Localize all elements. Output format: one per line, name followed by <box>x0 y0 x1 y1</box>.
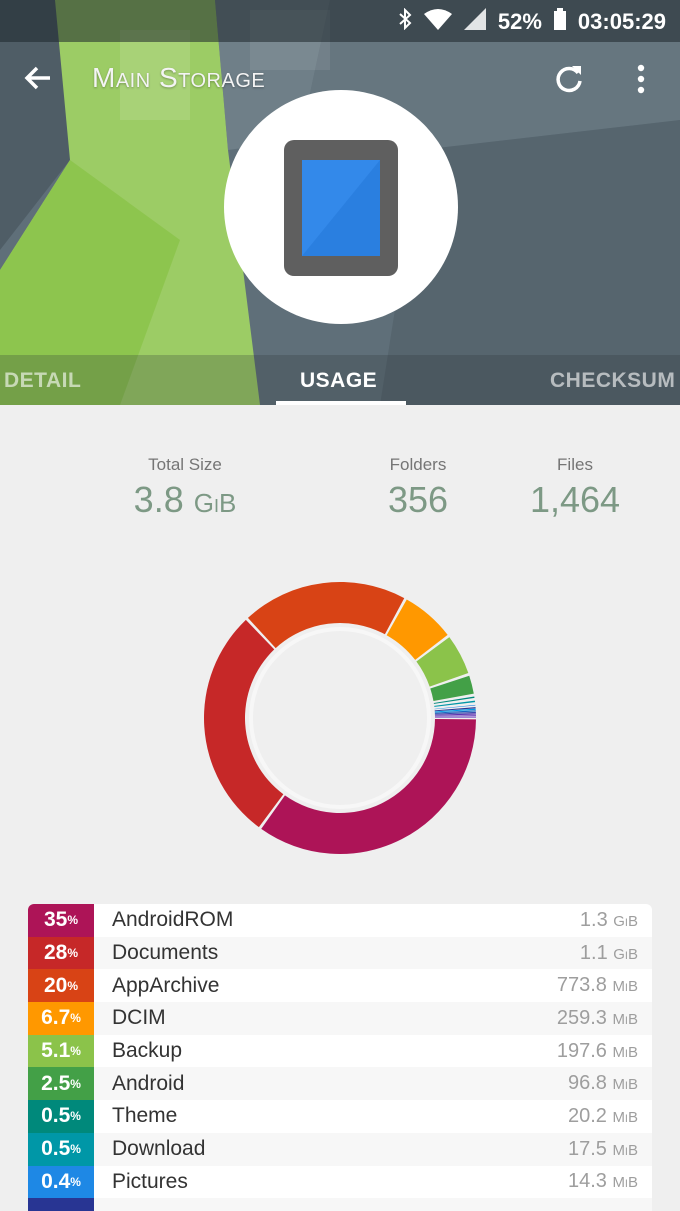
item-name: AndroidROM <box>112 908 234 932</box>
list-item[interactable]: 0.5% Theme 20.2 MiB <box>28 1100 652 1133</box>
battery-icon <box>553 8 566 36</box>
list-item[interactable]: 20% AppArchive 773.8 MiB <box>28 969 652 1003</box>
percent-badge: 5.1% <box>28 1034 94 1068</box>
list-item[interactable] <box>28 1198 652 1211</box>
status-bar: 52% 03:05:29 <box>0 0 680 42</box>
list-item[interactable]: 28% Documents 1.1 GiB <box>28 936 652 970</box>
tab-detail[interactable]: DETAIL <box>4 369 81 393</box>
item-name: Pictures <box>112 1169 188 1193</box>
item-name: Documents <box>112 941 219 965</box>
storage-device-avatar <box>224 90 458 324</box>
percent-badge: 2.5% <box>28 1067 94 1101</box>
donut-inner-ring <box>249 627 431 809</box>
more-vert-icon <box>637 64 645 94</box>
percent-badge: 0.4% <box>28 1165 94 1199</box>
stat-total-size: Total Size 3.8 GiB <box>100 455 270 521</box>
percent-badge <box>28 1198 94 1211</box>
item-name: Backup <box>112 1039 183 1063</box>
percent-badge: 35% <box>28 904 94 937</box>
stat-folders: Folders 356 <box>350 455 486 521</box>
list-item[interactable]: 2.5% Android 96.8 MiB <box>28 1067 652 1101</box>
item-name: Theme <box>112 1104 178 1128</box>
percent-badge: 6.7% <box>28 1002 94 1035</box>
item-name: AppArchive <box>112 973 220 997</box>
percent-badge: 28% <box>28 936 94 970</box>
item-size: 197.6 MiB <box>556 1039 638 1062</box>
stat-files: Files 1,464 <box>510 455 640 521</box>
stat-label: Folders <box>389 455 447 474</box>
stat-label: Files <box>557 455 593 474</box>
refresh-button[interactable] <box>550 60 588 98</box>
clock: 03:05:29 <box>577 9 666 34</box>
donut-segment[interactable] <box>434 716 476 718</box>
list-item[interactable]: 0.4% Pictures 14.3 MiB <box>28 1165 652 1199</box>
percent-badge: 0.5% <box>28 1132 94 1166</box>
item-size: 17.5 MiB <box>567 1137 638 1160</box>
tab-usage[interactable]: USAGE <box>300 369 377 393</box>
stat-label: Total Size <box>148 455 222 474</box>
stat-value: 3.8 GiB <box>133 479 237 520</box>
bluetooth-icon <box>398 7 412 36</box>
wifi-icon <box>423 8 452 36</box>
tab-bar: DETAIL USAGE CHECKSUM <box>0 355 680 405</box>
page-title: Main Storage <box>92 62 266 93</box>
more-options-button[interactable] <box>626 60 656 98</box>
item-size: 14.3 MiB <box>567 1170 638 1193</box>
signal-icon <box>463 8 486 36</box>
tab-indicator <box>276 401 406 405</box>
item-name: Download <box>112 1137 206 1161</box>
stat-value: 356 <box>387 479 449 520</box>
list-item[interactable]: 0.5% Download 17.5 MiB <box>28 1132 652 1166</box>
item-size: 1.3 GiB <box>579 908 638 931</box>
refresh-icon <box>556 66 582 93</box>
item-size: 259.3 MiB <box>556 1006 638 1029</box>
item-name: DCIM <box>112 1006 166 1030</box>
header-banner: 52% 03:05:29 Main Storage DETAIL USAGE C… <box>0 0 680 405</box>
donut-segment[interactable] <box>204 619 284 828</box>
item-name: Android <box>112 1071 185 1095</box>
list-item[interactable]: 5.1% Backup 197.6 MiB <box>28 1034 652 1068</box>
stat-value: 1,464 <box>529 479 621 520</box>
item-size: 1.1 GiB <box>579 941 638 964</box>
usage-list: 35% AndroidROM 1.3 GiB 28% Documents 1.1 GiB 2… <box>28 904 652 1211</box>
arrow-back-icon <box>24 66 50 90</box>
item-size: 96.8 MiB <box>567 1072 638 1095</box>
item-size: 20.2 MiB <box>567 1104 638 1127</box>
item-size: 773.8 MiB <box>556 974 638 997</box>
donut-segment[interactable] <box>261 718 476 854</box>
back-button[interactable] <box>18 58 58 98</box>
list-item[interactable]: 6.7% DCIM 259.3 MiB <box>28 1002 652 1035</box>
battery-percent: 52% <box>497 9 542 34</box>
usage-donut-chart[interactable] <box>198 576 482 860</box>
percent-badge: 0.5% <box>28 1100 94 1133</box>
percent-badge: 20% <box>28 969 94 1003</box>
tab-checksum[interactable]: CHECKSUM <box>550 369 675 393</box>
list-item[interactable]: 35% AndroidROM 1.3 GiB <box>28 904 652 937</box>
tablet-icon <box>284 140 398 276</box>
